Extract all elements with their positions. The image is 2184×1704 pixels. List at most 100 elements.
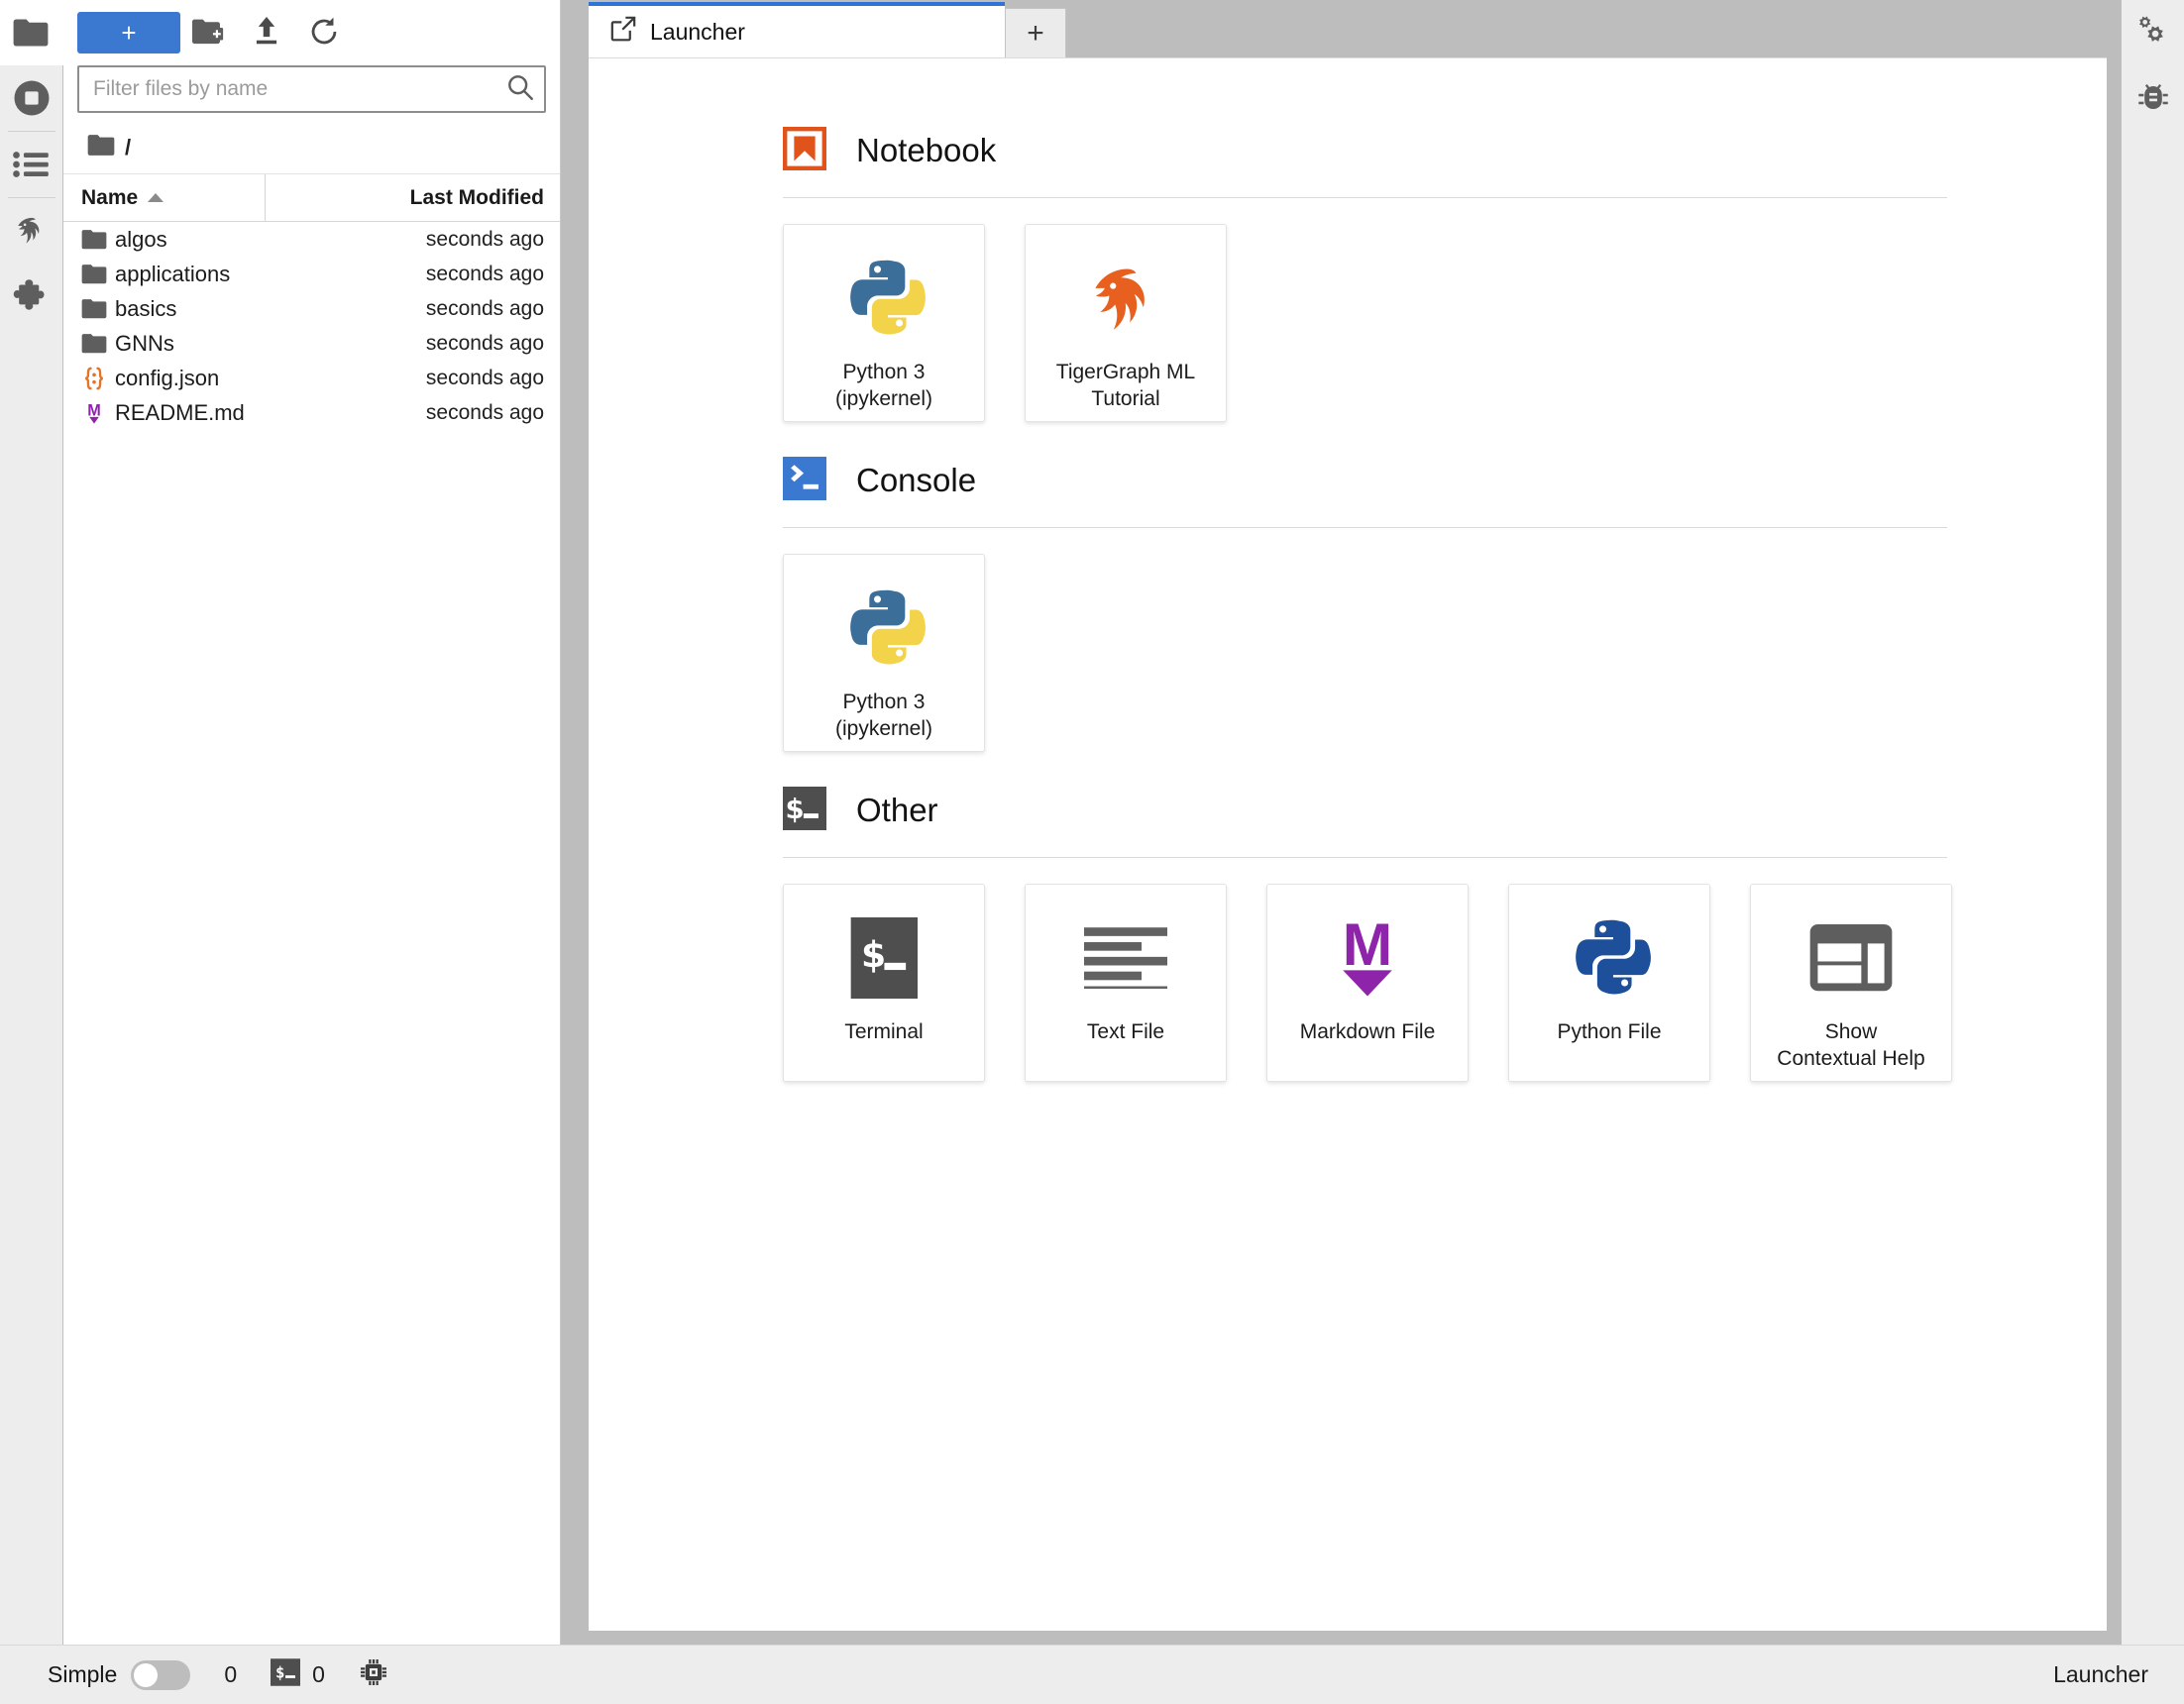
terminal-icon: $ <box>850 912 919 1004</box>
kernel-count: 0 <box>224 1661 237 1688</box>
svg-text:$: $ <box>786 794 805 825</box>
filter-box[interactable] <box>77 65 546 113</box>
json-file-icon <box>81 366 115 391</box>
terminal-count: 0 <box>312 1661 325 1688</box>
kernel-count-item[interactable]: 0 <box>224 1661 237 1688</box>
python-logo-icon <box>838 583 929 674</box>
new-folder-icon <box>192 18 226 49</box>
file-row[interactable]: GNNsseconds ago <box>63 326 560 361</box>
column-header-name[interactable]: Name <box>63 174 266 221</box>
launcher-card[interactable]: Python 3(ipykernel) <box>783 224 985 422</box>
sidebar-item-property-inspector[interactable] <box>2122 0 2184 65</box>
file-modified: seconds ago <box>426 228 560 252</box>
sidebar-item-extension-manager[interactable] <box>0 264 63 329</box>
launcher-card[interactable]: TigerGraph MLTutorial <box>1025 224 1227 422</box>
launcher-card[interactable]: Python 3(ipykernel) <box>783 554 985 752</box>
file-modified: seconds ago <box>426 297 560 321</box>
file-row[interactable]: algosseconds ago <box>63 222 560 257</box>
card-label: Markdown File <box>1294 1019 1442 1046</box>
refresh-button[interactable] <box>295 12 353 53</box>
file-name: config.json <box>115 366 426 391</box>
file-modified: seconds ago <box>426 367 560 390</box>
sidebar-item-commands[interactable] <box>0 132 63 197</box>
file-list-header: Name Last Modified <box>63 174 560 222</box>
launcher-card[interactable]: Python File <box>1508 884 1710 1082</box>
column-header-last-modified-label: Last Modified <box>410 186 544 210</box>
puzzle-piece-icon <box>13 277 51 315</box>
launcher-section: Console Python 3(ipykernel) <box>783 444 2107 752</box>
jupyterlab-window: + <box>0 0 2184 1704</box>
left-activity-bar <box>0 0 63 1645</box>
launcher-card[interactable]: $ Terminal <box>783 884 985 1082</box>
sidebar-item-debugger[interactable] <box>2122 65 2184 131</box>
section-title: Notebook <box>856 132 996 169</box>
file-modified: seconds ago <box>426 332 560 356</box>
launcher-card[interactable]: M Markdown File <box>1266 884 1469 1082</box>
active-widget-label: Launcher <box>2053 1661 2162 1688</box>
sidebar-item-file-browser[interactable] <box>0 0 63 65</box>
search-icon[interactable] <box>506 73 534 106</box>
upload-icon <box>253 17 280 50</box>
folder-icon <box>87 134 115 161</box>
launcher-section: $ Other $ Terminal Text File M Markdown … <box>783 774 2107 1082</box>
file-row[interactable]: applicationsseconds ago <box>63 257 560 291</box>
file-row[interactable]: basicsseconds ago <box>63 291 560 326</box>
new-launcher-button[interactable]: + <box>77 12 180 53</box>
tab-bar: Launcher + <box>575 0 2121 57</box>
card-label: Terminal <box>838 1019 928 1046</box>
folder-icon <box>81 298 115 319</box>
file-name: basics <box>115 296 426 322</box>
sidebar-item-tigergraph[interactable] <box>0 198 63 264</box>
right-activity-bar <box>2121 0 2184 1645</box>
tiger-head-icon <box>12 211 52 251</box>
breadcrumb[interactable]: / <box>63 121 560 174</box>
new-tab-button[interactable]: + <box>1005 8 1066 57</box>
folder-icon <box>13 18 49 48</box>
column-header-last-modified[interactable]: Last Modified <box>266 174 560 221</box>
file-row[interactable]: M README.mdseconds ago <box>63 395 560 430</box>
svg-text:M: M <box>1343 914 1392 978</box>
tab-label: Launcher <box>650 19 745 46</box>
panel-splitter[interactable] <box>561 0 575 1645</box>
sidebar-item-running-sessions[interactable] <box>0 65 63 131</box>
upload-button[interactable] <box>238 12 295 53</box>
card-label: Python 3(ipykernel) <box>829 360 938 413</box>
terminal-count-item[interactable]: $ 0 <box>271 1657 325 1693</box>
text-file-icon <box>1084 912 1167 1004</box>
new-folder-button[interactable] <box>180 12 238 53</box>
file-row[interactable]: config.jsonseconds ago <box>63 361 560 395</box>
launcher-sections: Notebook Python 3(ipykernel) TigerGraph … <box>589 58 2107 1082</box>
launcher-card[interactable]: ShowContextual Help <box>1750 884 1952 1082</box>
bug-icon <box>2136 81 2170 115</box>
tab-launcher[interactable]: Launcher <box>589 2 1005 57</box>
contextual-help-icon <box>1809 912 1893 1004</box>
toggle-knob <box>134 1663 158 1687</box>
file-list-scrollbar[interactable] <box>548 241 560 1645</box>
section-title: Other <box>856 792 938 829</box>
main-band: + <box>0 0 2184 1645</box>
search-input[interactable] <box>93 77 506 101</box>
filter-area <box>63 65 560 113</box>
launcher-card[interactable]: Text File <box>1025 884 1227 1082</box>
cpu-chip-icon <box>359 1657 388 1693</box>
launcher-content: Notebook Python 3(ipykernel) TigerGraph … <box>589 57 2107 1631</box>
dock-area: Launcher + Notebook Python 3(ipykernel) … <box>575 0 2121 1645</box>
file-modified: seconds ago <box>426 401 560 425</box>
card-label: Python File <box>1551 1019 1667 1046</box>
file-name: applications <box>115 262 426 287</box>
status-bar: Simple 0 $ 0 <box>0 1645 2184 1704</box>
card-label: ShowContextual Help <box>1771 1019 1930 1073</box>
card-label: Python 3(ipykernel) <box>829 690 938 743</box>
tiger-head-icon <box>1083 253 1168 344</box>
section-divider <box>783 527 1947 528</box>
cpu-usage-item[interactable] <box>359 1657 388 1693</box>
markdown-file-icon: M <box>81 400 115 426</box>
running-circle-icon <box>12 78 52 118</box>
section-divider <box>783 857 1947 858</box>
section-divider <box>783 197 1947 198</box>
sort-ascending-icon <box>148 193 164 202</box>
card-row: $ Terminal Text File M Markdown File Pyt… <box>783 884 2107 1082</box>
list-bullet-icon <box>13 149 51 180</box>
simple-mode-toggle[interactable] <box>131 1660 190 1690</box>
file-modified: seconds ago <box>426 263 560 286</box>
